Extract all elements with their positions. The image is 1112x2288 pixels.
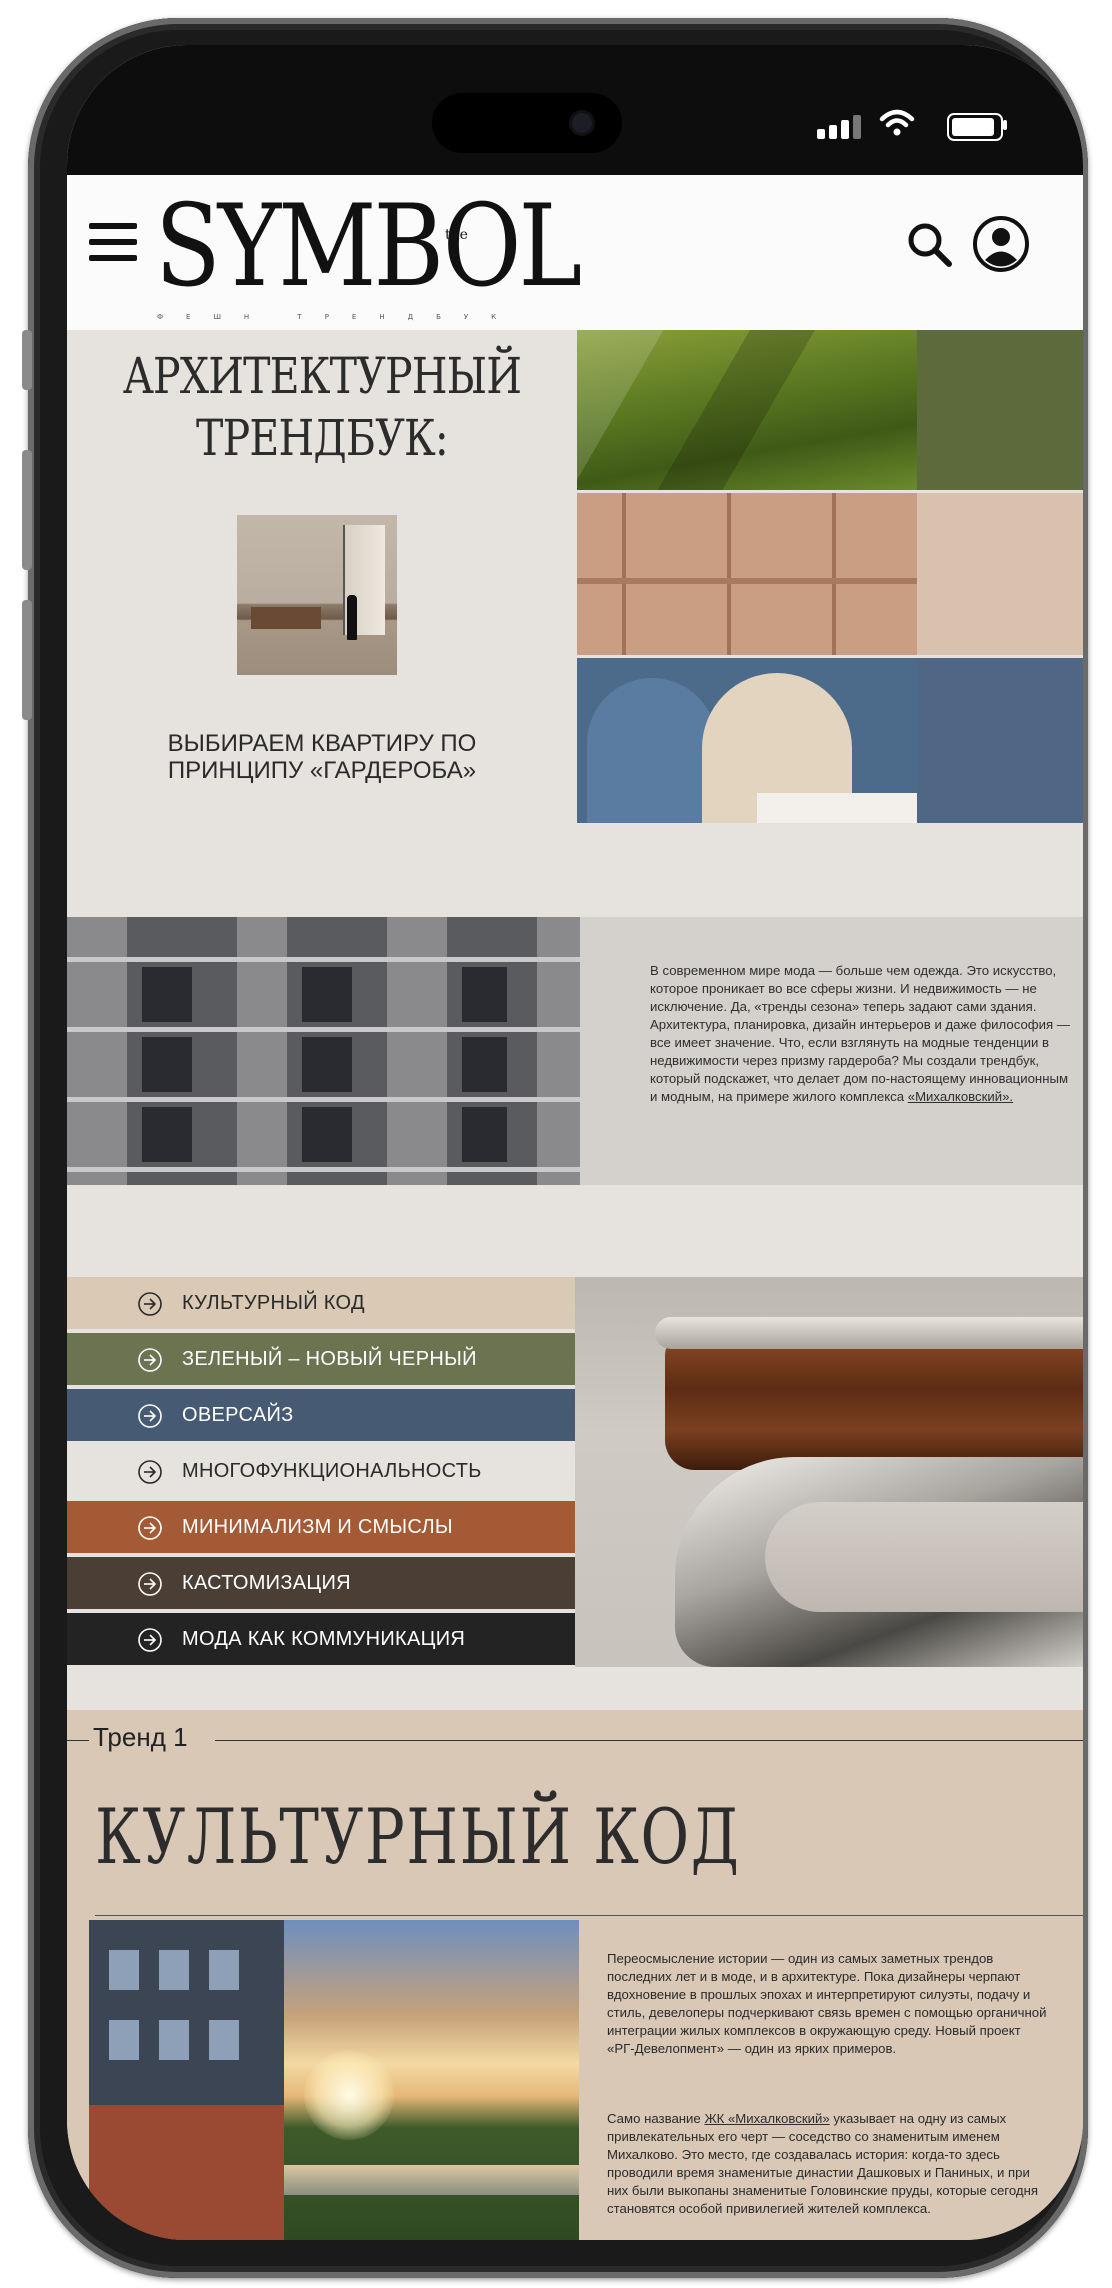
trend-title: КУЛЬТУРНЫЙ КОД bbox=[95, 1792, 741, 1881]
menu-item-label: МОДА КАК КОММУНИКАЦИЯ bbox=[182, 1628, 466, 1650]
battery-icon bbox=[947, 113, 1003, 141]
volume-down-button[interactable] bbox=[22, 600, 32, 720]
intro-paragraph: В современном мире мода — больше чем оде… bbox=[650, 962, 1070, 1106]
p2-text: указывает на одну из самых привлекательн… bbox=[607, 2111, 1038, 2216]
complex-link[interactable]: ЖК «Михалковский» bbox=[704, 2111, 829, 2126]
menu-item[interactable]: ЗЕЛЕНЫЙ – НОВЫЙ ЧЕРНЫЙ bbox=[67, 1333, 575, 1385]
hamburger-menu-icon[interactable] bbox=[89, 223, 137, 261]
arrow-circle-icon bbox=[138, 1348, 162, 1372]
action-button[interactable] bbox=[22, 330, 32, 390]
trend-paragraph-1: Переосмысление истории — один из самых з… bbox=[607, 1951, 1047, 2056]
menu-item-label: ОВЕРСАЙЗ bbox=[182, 1404, 294, 1426]
divider bbox=[95, 1915, 1083, 1916]
p2-text: Само название bbox=[607, 2111, 705, 2126]
menu-item-label: КУЛЬТУРНЫЙ КОД bbox=[182, 1292, 365, 1314]
camera-icon bbox=[572, 113, 592, 133]
divider bbox=[67, 1740, 89, 1741]
menu-item-label: КАСТОМИЗАЦИЯ bbox=[182, 1572, 351, 1594]
signal-icon bbox=[817, 115, 861, 139]
blue-bedroom-image bbox=[577, 658, 917, 823]
navy-color-swatch bbox=[917, 658, 1083, 823]
table-image bbox=[575, 1277, 1083, 1667]
menu-item-label: МИНИМАЛИЗМ И СМЫСЛЫ bbox=[182, 1516, 453, 1538]
arrow-circle-icon bbox=[138, 1292, 162, 1316]
intro-text-box: В современном мире мода — больше чем оде… bbox=[580, 917, 1083, 1185]
beige-color-swatch bbox=[917, 493, 1083, 655]
hero-subtitle-line2: ПРИНЦИПУ «ГАРДЕРОБА» bbox=[167, 757, 477, 784]
menu-item[interactable]: МИНИМАЛИЗМ И СМЫСЛЫ bbox=[67, 1501, 575, 1553]
trend-number: Тренд 1 bbox=[93, 1722, 188, 1752]
arrow-circle-icon bbox=[138, 1572, 162, 1596]
mikhalkovsky-link[interactable]: «Михалковский». bbox=[908, 1089, 1013, 1104]
menu-item[interactable]: ОВЕРСАЙЗ bbox=[67, 1389, 575, 1441]
trend-section: Тренд 1 КУЛЬТУРНЫЙ КОД Переосмысление ис… bbox=[67, 1710, 1083, 2240]
hero-section: АРХИТЕКТУРНЫЙ ТРЕНДБУК: ВЫБИРАЕМ КВАРТИР… bbox=[67, 330, 1083, 875]
screen: SYMBOL the ФЕШН ТРЕНДБУК АРХИТЕКТУРНЫЙ Т… bbox=[67, 45, 1083, 2240]
dynamic-island bbox=[432, 93, 622, 153]
hero-title: АРХИТЕКТУРНЫЙ ТРЕНДБУК: bbox=[113, 345, 531, 469]
status-bar bbox=[67, 45, 1083, 175]
intro-text: В современном мире мода — больше чем оде… bbox=[650, 963, 1070, 1104]
arrow-circle-icon bbox=[138, 1628, 162, 1652]
hero-subtitle-line1: ВЫБИРАЕМ КВАРТИРУ ПО bbox=[167, 730, 477, 757]
logo-subtitle: ФЕШН ТРЕНДБУК bbox=[157, 313, 520, 321]
wifi-icon bbox=[879, 109, 915, 136]
intro-section: В современном мире мода — больше чем оде… bbox=[67, 917, 1083, 1185]
olive-color-swatch bbox=[917, 330, 1083, 490]
menu-item[interactable]: МНОГОФУНКЦИОНАЛЬНОСТЬ bbox=[67, 1445, 575, 1497]
user-account-icon[interactable] bbox=[972, 215, 1030, 273]
menu-item[interactable]: КУЛЬТУРНЫЙ КОД bbox=[67, 1277, 575, 1329]
menu-item[interactable]: МОДА КАК КОММУНИКАЦИЯ bbox=[67, 1613, 575, 1665]
menu-item-label: ЗЕЛЕНЫЙ – НОВЫЙ ЧЕРНЫЙ bbox=[182, 1348, 477, 1370]
hero-subtitle: ВЫБИРАЕМ КВАРТИРУ ПО ПРИНЦИПУ «ГАРДЕРОБА… bbox=[67, 730, 577, 784]
grass-image bbox=[577, 330, 917, 490]
residential-complex-image bbox=[89, 1920, 579, 2240]
hero-text-block: АРХИТЕКТУРНЫЙ ТРЕНДБУК: ВЫБИРАЕМ КВАРТИР… bbox=[67, 330, 577, 875]
battery-nub bbox=[1003, 120, 1007, 130]
site-header: SYMBOL the ФЕШН ТРЕНДБУК bbox=[67, 175, 1083, 330]
wood-panels-image bbox=[577, 493, 917, 655]
trend-paragraph-2: Само название ЖК «Михалковский» указывае… bbox=[607, 2110, 1052, 2218]
building-facade-image bbox=[67, 917, 580, 1185]
hero-title-line1: АРХИТЕКТУРНЫЙ bbox=[122, 347, 522, 405]
interior-image bbox=[237, 515, 397, 675]
site-logo[interactable]: SYMBOL bbox=[155, 181, 582, 311]
arrow-circle-icon bbox=[138, 1404, 162, 1428]
arrow-circle-icon bbox=[138, 1460, 162, 1484]
trends-menu: КУЛЬТУРНЫЙ КОД ЗЕЛЕНЫЙ – НОВЫЙ ЧЕРНЫЙ ОВЕР… bbox=[67, 1277, 575, 1669]
menu-item-label: МНОГОФУНКЦИОНАЛЬНОСТЬ bbox=[182, 1460, 482, 1482]
divider bbox=[215, 1740, 1083, 1741]
menu-item[interactable]: КАСТОМИЗАЦИЯ bbox=[67, 1557, 575, 1609]
volume-up-button[interactable] bbox=[22, 450, 32, 570]
hero-title-line2: ТРЕНДБУК: bbox=[196, 409, 449, 467]
arrow-circle-icon bbox=[138, 1516, 162, 1540]
search-icon[interactable] bbox=[905, 220, 955, 270]
logo-the: the bbox=[445, 227, 468, 243]
